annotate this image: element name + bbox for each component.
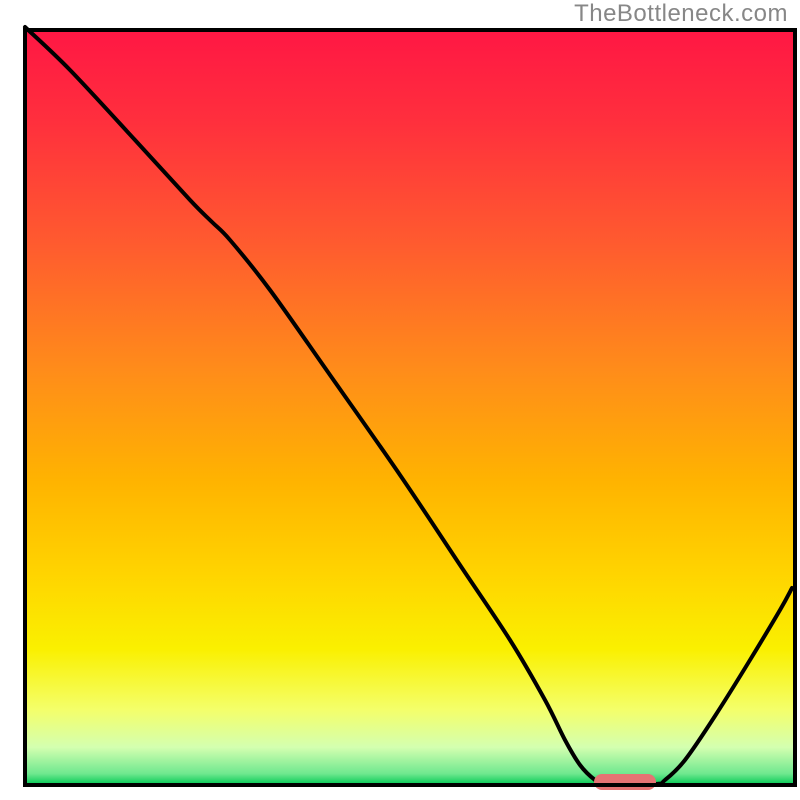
target-range-marker <box>594 774 656 790</box>
chart-container: TheBottleneck.com <box>0 0 800 800</box>
watermark-text: TheBottleneck.com <box>574 0 788 28</box>
bottleneck-chart <box>0 0 800 800</box>
